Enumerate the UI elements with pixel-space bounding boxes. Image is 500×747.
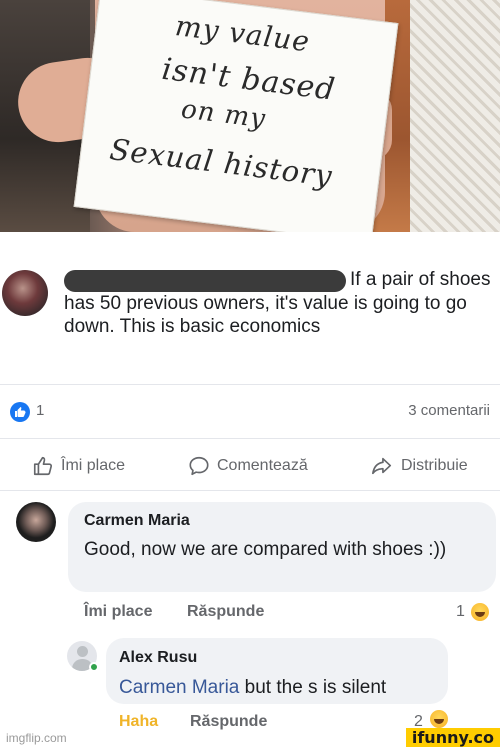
like-reaction-icon[interactable]: [10, 402, 30, 422]
divider: [0, 384, 500, 385]
comment-author-avatar[interactable]: [16, 502, 56, 542]
comments-count-link[interactable]: 3 comentarii: [408, 402, 490, 419]
reply-body: but the s is silent: [239, 677, 387, 698]
share-label: Distribuie: [401, 457, 468, 474]
comment-text: Good, now we are compared with shoes :)): [84, 539, 447, 560]
post-author-avatar[interactable]: [2, 270, 48, 316]
haha-emoji-icon[interactable]: [430, 710, 448, 728]
comment-like-button[interactable]: Îmi place: [84, 603, 152, 621]
handwritten-sign: my value isn't based on my Sexual histor…: [73, 0, 399, 232]
comment-bubble-icon: [189, 456, 209, 476]
reply-haha-button[interactable]: Haha: [119, 713, 158, 731]
mention-link[interactable]: Carmen Maria: [119, 677, 239, 698]
post-body: If a pair of shoes has 50 previous owner…: [64, 269, 491, 337]
divider: [0, 438, 500, 439]
comment-reply-button[interactable]: Răspunde: [187, 603, 264, 621]
photo-bedding: [410, 0, 500, 232]
sign-line: my value: [173, 9, 312, 59]
post-photo[interactable]: my value isn't based on my Sexual histor…: [0, 0, 500, 232]
reply-text: Carmen Maria but the s is silent: [119, 676, 386, 700]
avatar-head: [77, 646, 88, 657]
ifunny-watermark: ifunny.co: [405, 728, 500, 747]
haha-emoji-icon[interactable]: [471, 603, 489, 621]
reply-author-name[interactable]: Alex Rusu: [119, 649, 197, 667]
post-text: If a pair of shoes has 50 previous owner…: [64, 268, 496, 339]
reaction-count[interactable]: 1: [36, 402, 44, 419]
imgflip-watermark: imgflip.com: [6, 731, 67, 745]
divider: [0, 490, 500, 491]
share-arrow-icon: [372, 457, 392, 475]
reply-reply-button[interactable]: Răspunde: [190, 713, 267, 731]
share-button[interactable]: Distribuie: [370, 455, 468, 477]
like-button[interactable]: Îmi place: [32, 455, 125, 477]
comment-reaction-count[interactable]: 1: [456, 603, 465, 621]
sign-line: on my: [179, 94, 268, 135]
comment-label: Comentează: [217, 457, 308, 474]
like-label: Îmi place: [61, 457, 126, 474]
comment-button[interactable]: Comentează: [188, 455, 308, 477]
online-status-icon: [89, 662, 99, 672]
thumbs-up-icon: [33, 456, 53, 476]
sign-line: Sexual history: [107, 132, 335, 194]
comment-author-name[interactable]: Carmen Maria: [84, 512, 190, 530]
